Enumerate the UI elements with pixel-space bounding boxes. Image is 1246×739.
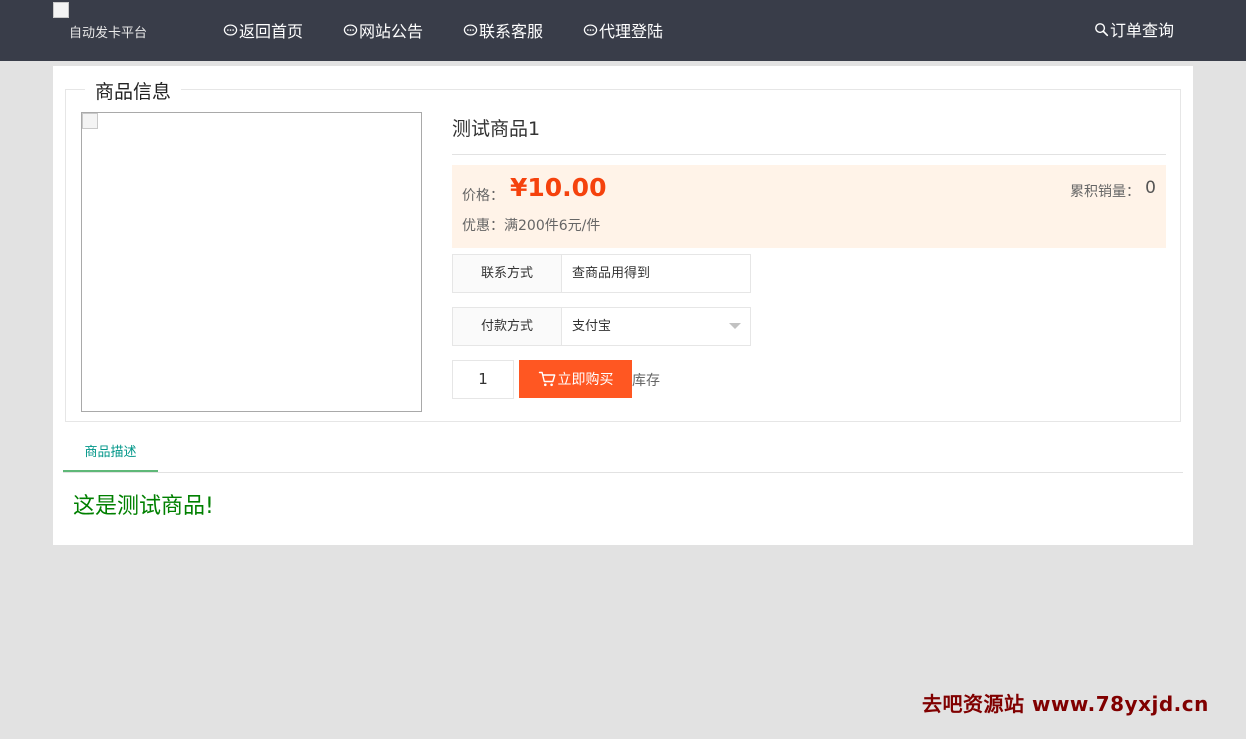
- contact-input[interactable]: 查商品用得到: [562, 255, 750, 292]
- price-label: 价格：: [462, 188, 504, 204]
- tab-description[interactable]: 商品描述: [63, 442, 158, 472]
- buy-now-label: 立即购买: [557, 372, 614, 388]
- stock-label: 库存: [632, 373, 660, 389]
- chat-bubble-icon: [343, 23, 358, 36]
- payment-selected-value: 支付宝: [572, 319, 612, 334]
- nav-home-label: 返回首页: [239, 22, 304, 41]
- broken-image-icon: [82, 113, 98, 129]
- search-icon: [1095, 22, 1109, 36]
- order-query-label: 订单查询: [1110, 21, 1175, 40]
- nav-contact-support-label: 联系客服: [479, 22, 544, 41]
- nav-announcements[interactable]: 网站公告: [343, 19, 423, 41]
- order-query-link[interactable]: 订单查询: [1094, 18, 1174, 40]
- quantity-input[interactable]: 1: [452, 360, 514, 399]
- nav-agent-login-label: 代理登陆: [599, 22, 664, 41]
- logo-text[interactable]: 自动发卡平台: [69, 22, 147, 41]
- product-panel: 商品信息 测试商品1 价格： ¥10.00 累积销量： 0 优惠：满200件6元…: [53, 66, 1193, 545]
- section-title: 商品信息: [85, 77, 182, 104]
- buy-now-button[interactable]: 立即购买: [519, 360, 632, 398]
- discount-text: 优惠：满200件6元/件: [462, 218, 601, 234]
- price-value: ¥10.00: [510, 173, 607, 202]
- product-image: [81, 112, 422, 412]
- price-box: 价格： ¥10.00 累积销量： 0 优惠：满200件6元/件: [452, 165, 1166, 248]
- nav-agent-login[interactable]: 代理登陆: [583, 19, 663, 41]
- payment-row: 付款方式 支付宝: [452, 307, 751, 346]
- contact-row: 联系方式 查商品用得到: [452, 254, 751, 293]
- chat-bubble-icon: [463, 23, 478, 36]
- product-name: 测试商品1: [452, 118, 541, 140]
- product-description: 这是测试商品!: [73, 494, 214, 519]
- payment-select[interactable]: 支付宝: [562, 308, 750, 345]
- contact-label: 联系方式: [453, 255, 562, 292]
- tab-divider: [63, 472, 1183, 473]
- site-watermark: 去吧资源站 www.78yxjd.cn: [922, 692, 1209, 716]
- divider: [452, 154, 1166, 155]
- chat-bubble-icon: [583, 23, 598, 36]
- chat-bubble-icon: [223, 23, 238, 36]
- top-navbar: 自动发卡平台 返回首页 网站公告 联系客服 代理登陆 订单查询: [0, 0, 1246, 61]
- payment-label: 付款方式: [453, 308, 562, 345]
- cart-icon: [538, 371, 555, 387]
- sales-label: 累积销量：: [1070, 184, 1140, 200]
- nav-home[interactable]: 返回首页: [223, 19, 303, 41]
- caret-down-icon: [729, 323, 741, 329]
- nav-announcements-label: 网站公告: [359, 22, 424, 41]
- sales-count: 0: [1145, 178, 1156, 198]
- logo-image[interactable]: [53, 2, 69, 18]
- nav-contact-support[interactable]: 联系客服: [463, 19, 543, 41]
